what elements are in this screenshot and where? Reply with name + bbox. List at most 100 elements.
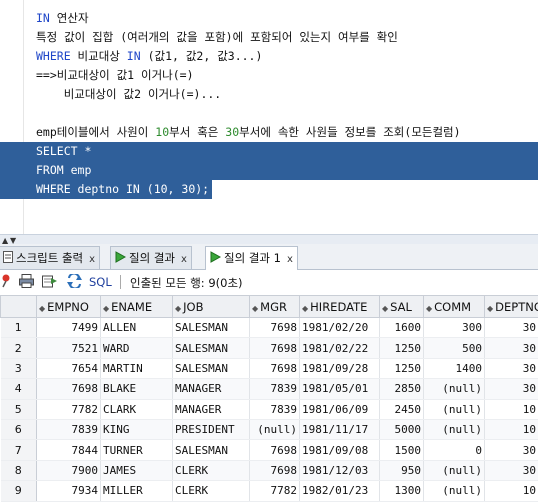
table-cell-comm[interactable]: (null) [424,481,485,501]
table-cell-comm[interactable]: (null) [424,379,485,399]
table-row[interactable]: 37654MARTINSALESMAN76981981/09/281250140… [1,358,538,378]
table-cell-sal[interactable]: 2450 [380,399,424,419]
table-cell-job[interactable]: SALESMAN [173,338,250,358]
table-cell-job[interactable]: CLERK [173,460,250,480]
table-cell-mgr[interactable]: 7839 [250,379,300,399]
table-cell-deptno[interactable]: 30 [485,338,538,358]
table-cell-ename[interactable]: KING [101,419,173,439]
table-cell-job[interactable]: MANAGER [173,379,250,399]
row-number[interactable]: 1 [1,318,37,338]
code-line[interactable]: WHERE deptno IN (10, 30); [36,180,461,199]
table-cell-empno[interactable]: 7521 [37,338,101,358]
code-line[interactable] [36,104,461,123]
table-cell-deptno[interactable]: 30 [485,318,538,338]
table-cell-deptno[interactable]: 10 [485,419,538,439]
table-cell-sal[interactable]: 5000 [380,419,424,439]
column-header-comm[interactable]: ◆COMM [424,296,485,318]
table-cell-ename[interactable]: MILLER [101,481,173,501]
row-number[interactable]: 5 [1,399,37,419]
table-cell-deptno[interactable]: 30 [485,379,538,399]
table-cell-mgr[interactable]: 7782 [250,481,300,501]
table-cell-ename[interactable]: MARTIN [101,358,173,378]
tab-script-output[interactable]: 스크립트 출력x [0,246,100,269]
table-cell-hiredate[interactable]: 1981/09/08 [300,440,380,460]
column-header-hiredate[interactable]: ◆HIREDATE [300,296,380,318]
print-icon[interactable] [19,274,34,291]
column-header-job[interactable]: ◆JOB [173,296,250,318]
column-header-ename[interactable]: ◆ENAME [101,296,173,318]
export-icon[interactable] [42,274,58,291]
table-cell-comm[interactable]: 0 [424,440,485,460]
sql-link[interactable]: SQL [89,275,112,289]
table-row[interactable]: 47698BLAKEMANAGER78391981/05/012850(null… [1,379,538,399]
table-cell-empno[interactable]: 7782 [37,399,101,419]
table-cell-sal[interactable]: 1300 [380,481,424,501]
table-cell-empno[interactable]: 7844 [37,440,101,460]
table-cell-hiredate[interactable]: 1981/09/28 [300,358,380,378]
table-cell-sal[interactable]: 1500 [380,440,424,460]
table-cell-job[interactable]: SALESMAN [173,318,250,338]
table-cell-deptno[interactable]: 10 [485,399,538,419]
column-header-empno[interactable]: ◆EMPNO [37,296,101,318]
table-cell-empno[interactable]: 7654 [37,358,101,378]
close-icon[interactable]: x [181,249,187,271]
table-cell-mgr[interactable]: 7698 [250,318,300,338]
table-cell-ename[interactable]: CLARK [101,399,173,419]
result-grid[interactable]: ◆EMPNO ◆ENAME ◆JOB ◆MGR ◆HIREDATE ◆SAL ◆… [0,295,538,502]
column-header-sal[interactable]: ◆SAL [380,296,424,318]
table-row[interactable]: 67839KINGPRESIDENT(null)1981/11/175000(n… [1,419,538,439]
table-cell-ename[interactable]: BLAKE [101,379,173,399]
tab-query-result[interactable]: 질의 결과x [110,246,192,269]
pin-icon[interactable] [0,274,12,291]
table-cell-job[interactable]: MANAGER [173,399,250,419]
close-icon[interactable]: x [287,249,293,271]
close-icon[interactable]: x [89,249,95,271]
column-header-deptno[interactable]: ◆DEPTNO [485,296,538,318]
table-cell-job[interactable]: CLERK [173,481,250,501]
table-row[interactable]: 17499ALLENSALESMAN76981981/02/2016003003… [1,318,538,338]
code-line[interactable]: 비교대상이 값2 이거나(=)... [36,85,461,104]
row-number[interactable]: 7 [1,440,37,460]
table-cell-mgr[interactable]: 7839 [250,399,300,419]
row-number[interactable]: 9 [1,481,37,501]
table-cell-empno[interactable]: 7934 [37,481,101,501]
row-number[interactable]: 6 [1,419,37,439]
table-cell-hiredate[interactable]: 1982/01/23 [300,481,380,501]
table-cell-empno[interactable]: 7839 [37,419,101,439]
row-number[interactable]: 4 [1,379,37,399]
table-cell-sal[interactable]: 950 [380,460,424,480]
row-number[interactable]: 8 [1,460,37,480]
table-cell-mgr[interactable]: (null) [250,419,300,439]
table-cell-job[interactable]: SALESMAN [173,440,250,460]
code-line[interactable]: ==>비교대상이 값1 이거나(=) [36,66,461,85]
panel-splitter[interactable]: ▲ ▼ [0,234,538,244]
table-cell-mgr[interactable]: 7698 [250,460,300,480]
row-number[interactable]: 2 [1,338,37,358]
table-cell-hiredate[interactable]: 1981/11/17 [300,419,380,439]
editor-code[interactable]: IN 연산자특정 값이 집합 (여러개의 값을 포함)에 포함되어 있는지 여부… [36,9,461,199]
table-cell-sal[interactable]: 2850 [380,379,424,399]
code-line[interactable]: IN 연산자 [36,9,461,28]
table-cell-comm[interactable]: (null) [424,419,485,439]
table-row[interactable]: 97934MILLERCLERK77821982/01/231300(null)… [1,481,538,501]
table-cell-deptno[interactable]: 30 [485,358,538,378]
table-cell-empno[interactable]: 7900 [37,460,101,480]
code-line[interactable]: SELECT * [36,142,461,161]
table-cell-mgr[interactable]: 7698 [250,440,300,460]
tab-query-result-1[interactable]: 질의 결과 1x [205,246,298,270]
table-cell-hiredate[interactable]: 1981/12/03 [300,460,380,480]
table-cell-comm[interactable]: (null) [424,460,485,480]
table-cell-job[interactable]: SALESMAN [173,358,250,378]
sql-refresh-icon[interactable] [66,274,84,291]
table-cell-empno[interactable]: 7698 [37,379,101,399]
table-cell-sal[interactable]: 1600 [380,318,424,338]
code-line[interactable]: WHERE 비교대상 IN (값1, 값2, 값3...) [36,47,461,66]
column-header-mgr[interactable]: ◆MGR [250,296,300,318]
table-cell-hiredate[interactable]: 1981/02/22 [300,338,380,358]
table-cell-hiredate[interactable]: 1981/06/09 [300,399,380,419]
code-line[interactable]: 특정 값이 집합 (여러개의 값을 포함)에 포함되어 있는지 여부를 확인 [36,28,461,47]
table-cell-sal[interactable]: 1250 [380,338,424,358]
table-cell-mgr[interactable]: 7698 [250,338,300,358]
table-cell-hiredate[interactable]: 1981/05/01 [300,379,380,399]
table-row[interactable]: 57782CLARKMANAGER78391981/06/092450(null… [1,399,538,419]
